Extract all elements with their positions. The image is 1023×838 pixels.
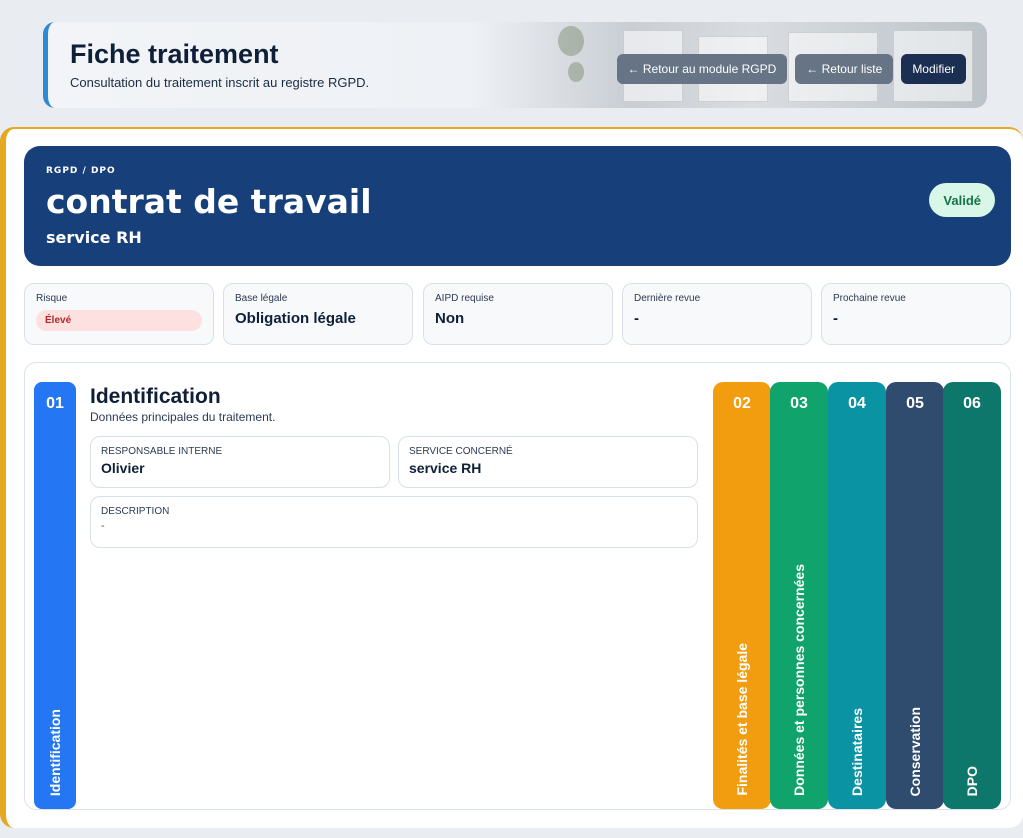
treatment-title: contrat de travail	[46, 182, 372, 221]
stat-last-review: Dernière revue -	[622, 283, 812, 345]
stat-value: Obligation légale	[235, 310, 356, 327]
tab-label: Finalités et base légale	[734, 643, 750, 796]
edit-button[interactable]: Modifier	[901, 54, 966, 84]
tab-number: 06	[963, 395, 981, 412]
stat-label: Base légale	[235, 293, 288, 304]
page-header: Fiche traitement Consultation du traitem…	[43, 22, 987, 108]
responsable-field: RESPONSABLE INTERNE Olivier	[90, 436, 390, 488]
field-label: SERVICE CONCERNÉ	[409, 446, 513, 457]
stat-label: Dernière revue	[634, 293, 701, 304]
tab-identification[interactable]: 01 Identification	[34, 382, 76, 809]
stat-value: -	[634, 310, 639, 327]
stat-legal-basis: Base légale Obligation légale	[223, 283, 413, 345]
risk-badge: Élevé	[36, 310, 202, 331]
stat-label: AIPD requise	[435, 293, 494, 304]
tab-dpo[interactable]: 06 DPO	[943, 382, 1001, 809]
back-to-list-button[interactable]: ← Retour liste	[795, 54, 894, 84]
tab-number: 01	[46, 395, 64, 412]
treatment-hero: RGPD / DPO contrat de travail service RH…	[24, 146, 1011, 266]
tab-label: Destinataires	[849, 708, 865, 796]
tab-number: 02	[733, 395, 751, 412]
tab-donnees[interactable]: 03 Données et personnes concernées	[770, 382, 828, 809]
treatment-card: RGPD / DPO contrat de travail service RH…	[0, 127, 1023, 828]
tab-destinataires[interactable]: 04 Destinataires	[828, 382, 886, 809]
page-subtitle: Consultation du traitement inscrit au re…	[70, 75, 370, 90]
summary-stats: Risque Élevé Base légale Obligation léga…	[24, 283, 1011, 345]
identification-panel: Identification Données principales du tr…	[90, 385, 698, 424]
stat-value: -	[833, 310, 838, 327]
tab-number: 05	[906, 395, 924, 412]
tab-label: DPO	[964, 765, 980, 796]
description-field: DESCRIPTION -	[90, 496, 698, 548]
stat-next-review: Prochaine revue -	[821, 283, 1011, 345]
tab-finalites[interactable]: 02 Finalités et base légale	[713, 382, 771, 809]
tab-label: Données et personnes concernées	[791, 564, 807, 796]
field-label: DESCRIPTION	[101, 506, 170, 517]
tab-conservation[interactable]: 05 Conservation	[886, 382, 944, 809]
page-title: Fiche traitement	[70, 39, 279, 69]
back-to-module-button[interactable]: ← Retour au module RGPD	[616, 54, 788, 84]
service-field: SERVICE CONCERNÉ service RH	[398, 436, 698, 488]
panel-title: Identification	[90, 385, 221, 408]
stat-label: Prochaine revue	[833, 293, 906, 304]
tab-label: Identification	[47, 708, 63, 796]
status-badge: Validé	[929, 183, 995, 217]
panel-subtitle: Données principales du traitement.	[90, 410, 276, 424]
stat-label: Risque	[36, 293, 68, 304]
tab-number: 04	[848, 395, 866, 412]
tab-number: 03	[790, 395, 808, 412]
hero-eyebrow: RGPD / DPO	[46, 166, 116, 176]
stat-risk: Risque Élevé	[24, 283, 214, 345]
treatment-service: service RH	[46, 228, 142, 247]
field-value: Olivier	[101, 460, 145, 476]
tab-label: Conservation	[907, 706, 923, 796]
stat-aipd: AIPD requise Non	[423, 283, 613, 345]
field-value: -	[101, 520, 105, 532]
field-label: RESPONSABLE INTERNE	[101, 446, 223, 457]
field-value: service RH	[409, 460, 482, 476]
stat-value: Non	[435, 310, 465, 327]
treatment-sections: 01 Identification Identification Données…	[24, 362, 1011, 810]
